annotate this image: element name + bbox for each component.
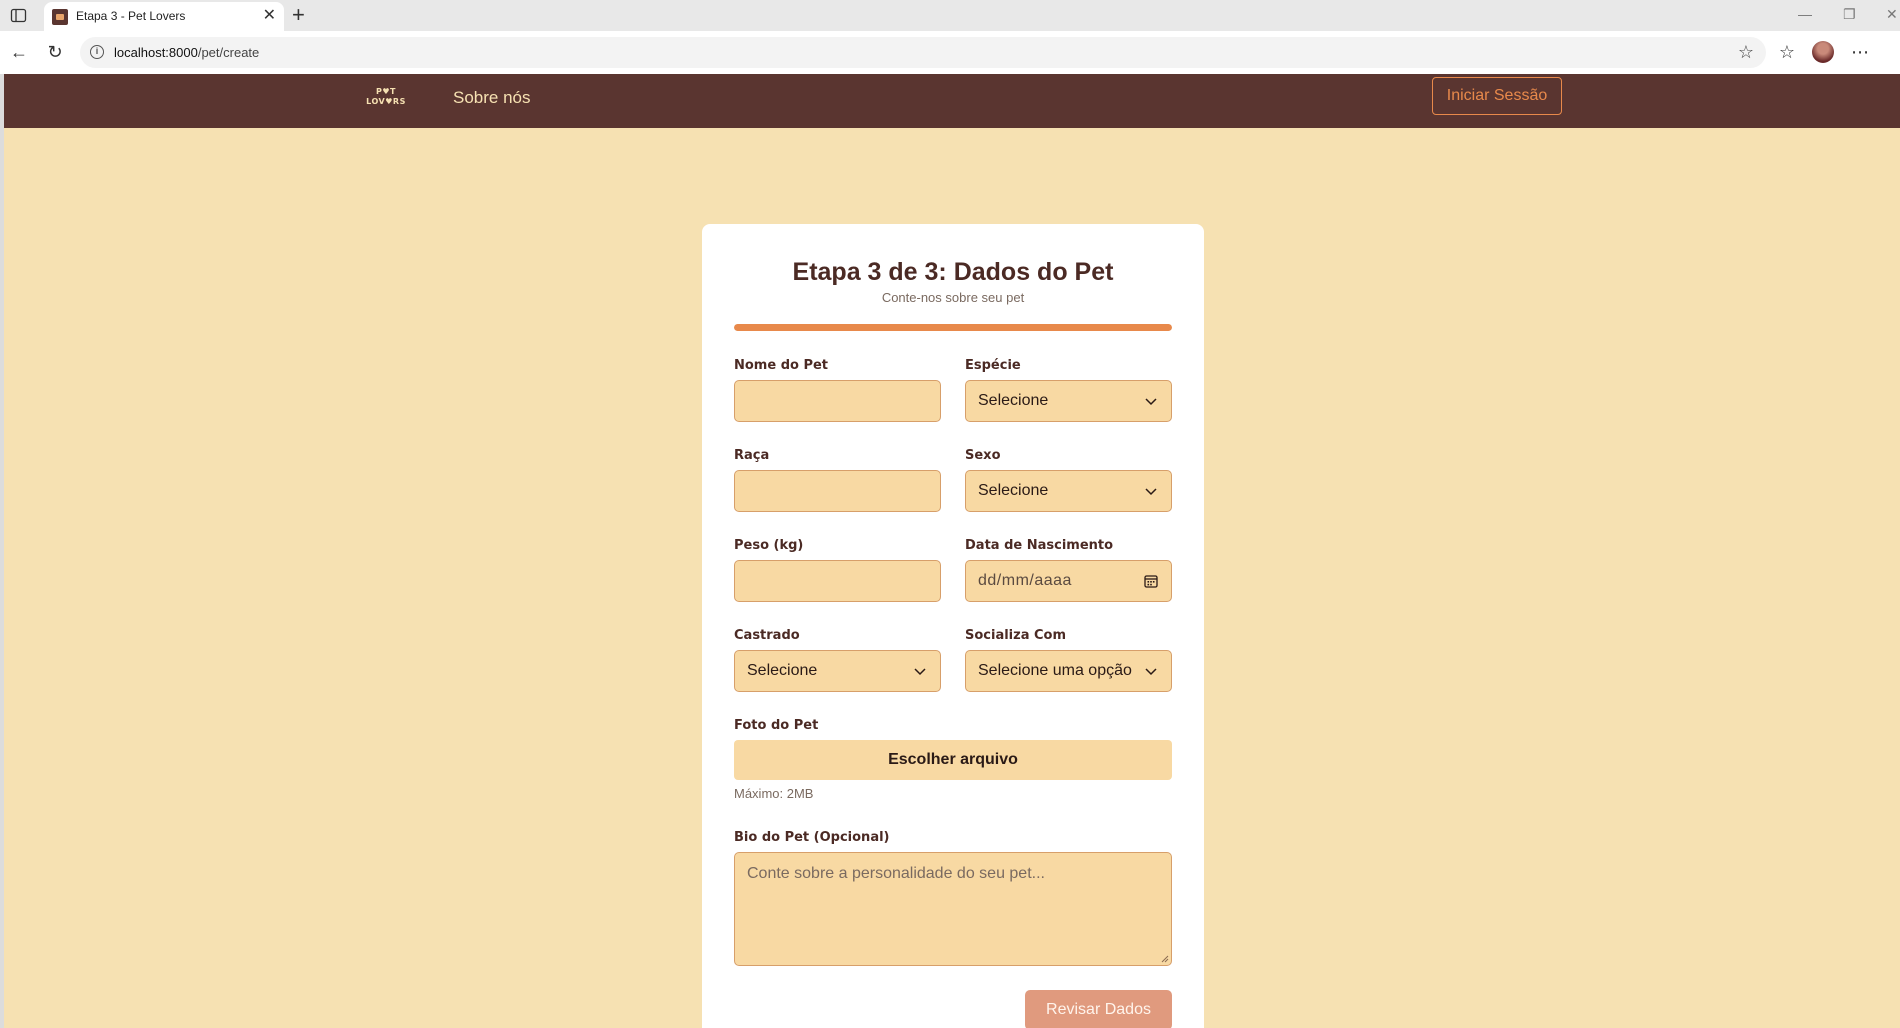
chevron-down-icon — [1145, 398, 1157, 406]
more-options-icon[interactable]: ⋯ — [1850, 42, 1870, 62]
species-label: Espécie — [965, 358, 1021, 373]
chevron-down-icon — [1145, 488, 1157, 496]
restore-icon[interactable]: ❐ — [1843, 6, 1856, 23]
app-navbar: P♥T LOV♥RS Sobre nós Iniciar Sessão — [4, 74, 1900, 128]
close-window-icon[interactable]: ✕ — [1886, 6, 1898, 23]
minimize-icon[interactable]: — — [1798, 6, 1812, 22]
browser-tab-active[interactable]: Etapa 3 - Pet Lovers ✕ — [44, 2, 284, 31]
breed-input[interactable] — [734, 470, 941, 512]
browser-tab-bar: Etapa 3 - Pet Lovers ✕ + — ❐ ✕ — [0, 0, 1900, 31]
url-text[interactable]: localhost:8000/pet/create — [114, 45, 259, 60]
sex-select-value: Selecione — [978, 482, 1049, 499]
socializes-label: Socializa Com — [965, 628, 1067, 643]
pet-form-card: Etapa 3 de 3: Dados do Pet Conte-nos sob… — [702, 224, 1204, 1028]
bio-textarea[interactable]: Conte sobre a personalidade do seu pet..… — [734, 852, 1172, 966]
favicon-icon — [52, 9, 68, 25]
chevron-down-icon — [914, 668, 926, 676]
site-info-icon[interactable]: i — [90, 45, 104, 59]
page-subtitle: Conte-nos sobre seu pet — [881, 290, 1025, 305]
reload-icon[interactable]: ↻ — [45, 42, 65, 62]
birthdate-label: Data de Nascimento — [965, 538, 1114, 553]
file-size-hint: Máximo: 2MB — [734, 786, 814, 801]
calendar-icon[interactable] — [1143, 573, 1159, 589]
nav-link-sobre-nos[interactable]: Sobre nós — [453, 88, 531, 108]
browser-toolbar: ← ↻ i localhost:8000/pet/create ☆ ☆ ⋯ — [0, 31, 1900, 74]
page-title: Etapa 3 de 3: Dados do Pet — [792, 258, 1114, 286]
back-icon[interactable]: ← — [9, 42, 29, 62]
profile-avatar[interactable] — [1812, 41, 1834, 63]
new-tab-icon[interactable]: + — [292, 3, 305, 27]
progress-bar — [734, 324, 1172, 331]
window-edge — [0, 74, 4, 1028]
neutered-select[interactable]: Selecione — [734, 650, 941, 692]
chevron-down-icon — [1145, 668, 1157, 676]
weight-label: Peso (kg) — [734, 538, 804, 553]
tab-close-icon[interactable]: ✕ — [263, 7, 276, 25]
sex-label: Sexo — [965, 448, 1001, 463]
progress-bar-fill — [734, 324, 1172, 331]
tab-title: Etapa 3 - Pet Lovers — [76, 9, 186, 23]
birthdate-input[interactable]: dd/mm/aaaa — [965, 560, 1172, 602]
neutered-label: Castrado — [734, 628, 800, 643]
weight-input[interactable] — [734, 560, 941, 602]
resize-handle-icon[interactable] — [1161, 955, 1169, 963]
pet-name-input[interactable] — [734, 380, 941, 422]
address-bar[interactable]: i localhost:8000/pet/create ☆ — [80, 37, 1766, 68]
bio-placeholder: Conte sobre a personalidade do seu pet..… — [747, 865, 1045, 882]
socializes-select[interactable]: Selecione uma opção — [965, 650, 1172, 692]
pet-name-label: Nome do Pet — [734, 358, 829, 373]
choose-file-button[interactable]: Escolher arquivo — [734, 740, 1172, 780]
birthdate-placeholder: dd/mm/aaaa — [978, 572, 1072, 589]
pet-lovers-logo[interactable]: P♥T LOV♥RS — [366, 87, 406, 107]
species-select-value: Selecione — [978, 392, 1049, 409]
review-data-button[interactable]: Revisar Dados — [1025, 990, 1172, 1028]
sidebar-toggle-icon[interactable] — [10, 7, 27, 24]
favorite-star-icon[interactable]: ☆ — [1738, 42, 1754, 63]
favorites-icon[interactable]: ☆ — [1777, 42, 1797, 62]
sex-select[interactable]: Selecione — [965, 470, 1172, 512]
neutered-select-value: Selecione — [747, 662, 818, 679]
socializes-select-value: Selecione uma opção — [978, 662, 1132, 679]
photo-label: Foto do Pet — [734, 718, 819, 733]
breed-label: Raça — [734, 448, 770, 463]
bio-label: Bio do Pet (Opcional) — [734, 830, 890, 845]
login-button[interactable]: Iniciar Sessão — [1432, 77, 1562, 115]
species-select[interactable]: Selecione — [965, 380, 1172, 422]
